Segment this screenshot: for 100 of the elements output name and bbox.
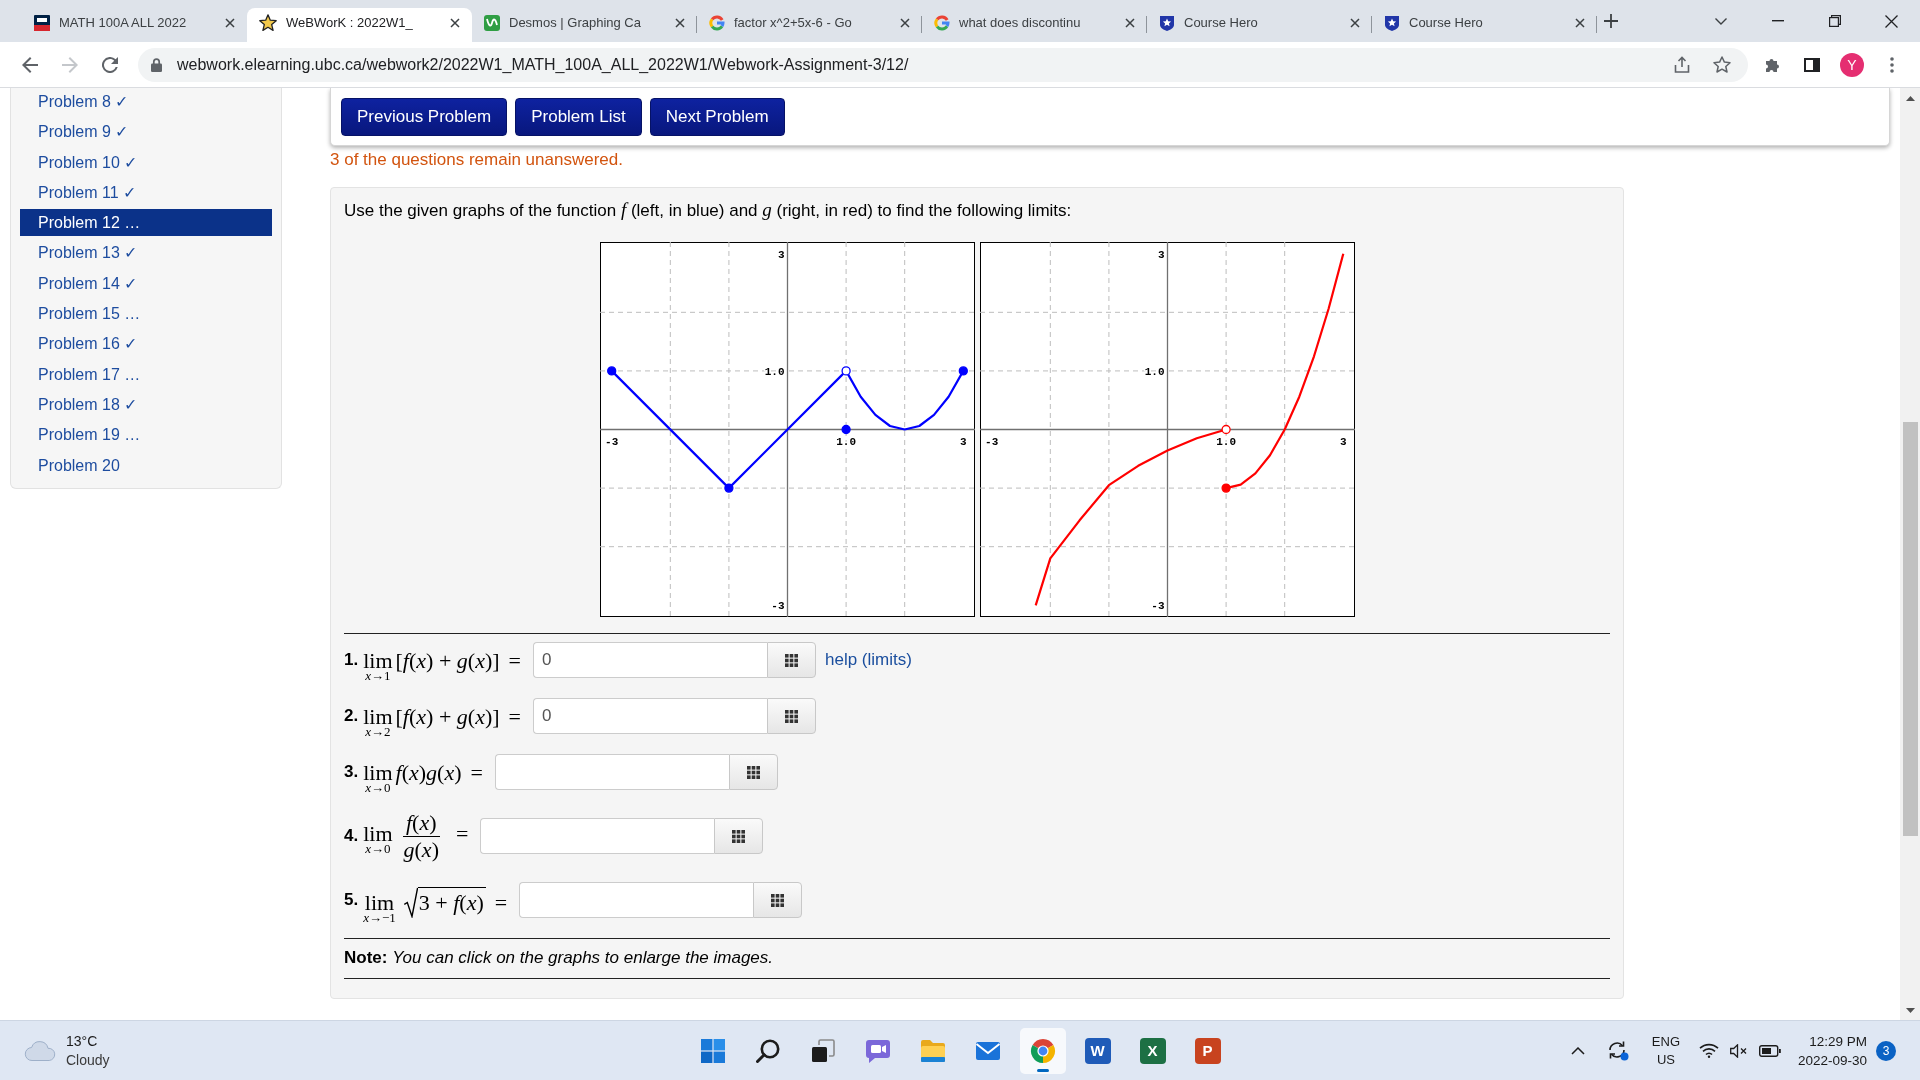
sidebar-item[interactable]: Problem 14 ✓ <box>20 269 272 297</box>
keypad-button[interactable] <box>767 698 816 734</box>
sidebar-item[interactable]: Problem 10 ✓ <box>20 148 272 176</box>
radical-sign-icon <box>403 886 418 918</box>
sidebar-item[interactable]: Problem 18 ✓ <box>20 390 272 418</box>
logo-tile-icon <box>34 14 50 31</box>
keypad-button[interactable] <box>714 818 764 854</box>
search-icon <box>755 1038 780 1063</box>
filled-point <box>606 366 616 376</box>
filled-point <box>1220 483 1231 493</box>
app-tile-button[interactable]: X <box>1139 1037 1166 1064</box>
language-label[interactable]: ENG <box>1651 1032 1680 1051</box>
clock-date[interactable]: 2022-09-30 <box>1797 1050 1867 1070</box>
sidebar-item[interactable]: Problem 9 ✓ <box>20 118 272 146</box>
address-bar[interactable]: webwork.elearning.ubc.ca/webwork2/2022W1_MATH_100A_ALL_2022W1/Webwork-Assignment-3/12/ <box>138 47 1748 82</box>
browser-tab[interactable]: Course Hero <box>1372 8 1597 42</box>
answer-field[interactable] <box>494 754 729 790</box>
keypad-button[interactable] <box>728 754 778 790</box>
browser-tab[interactable]: what does discontinu <box>922 8 1147 42</box>
browser-tab[interactable]: WeBWorK : 2022W1_ <box>247 8 472 42</box>
close-icon[interactable] <box>675 17 685 28</box>
notification-badge[interactable]: 3 <box>1876 1040 1896 1061</box>
close-icon[interactable] <box>450 17 460 28</box>
question-number: 5. <box>344 890 359 910</box>
sync-icon[interactable] <box>1606 1040 1629 1061</box>
browser-tab[interactable]: MATH 100A ALL 2022 <box>22 8 247 42</box>
puzzle-icon[interactable] <box>1764 56 1780 73</box>
keypad-button[interactable] <box>767 642 816 678</box>
back-arrow-icon[interactable] <box>22 56 38 73</box>
muted-speaker-icon[interactable] <box>1729 1043 1748 1058</box>
browser-tab[interactable]: Desmos | Graphing Ca <box>472 8 697 42</box>
close-icon[interactable] <box>1125 17 1135 28</box>
grid-icon <box>771 893 785 907</box>
share-icon[interactable] <box>1674 56 1690 73</box>
close-icon[interactable] <box>1575 17 1585 28</box>
chevron-down-icon[interactable] <box>1714 17 1727 25</box>
nav-button[interactable]: Problem List <box>515 98 642 136</box>
nav-button[interactable]: Next Problem <box>649 98 785 136</box>
answer-field[interactable] <box>480 818 715 854</box>
answer-field[interactable]: 0 <box>533 642 767 678</box>
browser-tab[interactable]: factor x^2+5x-6 - Go <box>697 8 922 42</box>
region-label[interactable]: US <box>1656 1050 1675 1069</box>
battery-icon[interactable] <box>1758 1044 1781 1057</box>
help-link[interactable]: help (limits) <box>825 650 912 670</box>
nav-button[interactable]: Previous Problem <box>341 98 508 136</box>
close-icon[interactable] <box>1885 14 1898 28</box>
answer-field[interactable] <box>519 882 754 918</box>
wifi-icon[interactable] <box>1698 1043 1719 1058</box>
open-point <box>1220 424 1231 435</box>
tick-label: -3 <box>984 435 998 448</box>
restore-icon[interactable] <box>1828 15 1841 27</box>
sidebar-item[interactable]: Problem 8 ✓ <box>20 88 272 115</box>
chevron-up-icon[interactable] <box>1570 1046 1585 1055</box>
tick-label: 1.0 <box>1144 365 1164 378</box>
sidebar-item[interactable]: Problem 17 … <box>20 360 272 388</box>
sidebar-item[interactable]: Problem 12 … <box>20 209 272 237</box>
down-arrow-icon[interactable] <box>1905 1007 1915 1013</box>
tick-label: 3 <box>777 248 784 261</box>
close-icon[interactable] <box>1350 17 1360 28</box>
close-icon[interactable] <box>225 17 235 28</box>
g-logo-icon <box>709 14 725 31</box>
browser-tab[interactable]: Course Hero <box>1147 8 1372 42</box>
g-logo-icon <box>934 14 950 31</box>
equals-sign: = <box>508 703 521 729</box>
three-dots-icon[interactable] <box>1890 56 1894 73</box>
sidebar-item[interactable]: Problem 16 ✓ <box>20 330 272 358</box>
sidebar-item[interactable]: Problem 13 ✓ <box>20 239 272 267</box>
sidebar-item[interactable]: Problem 20 <box>20 451 272 479</box>
math-expression: [f(x) + g(x)] <box>395 647 500 673</box>
sidebar-item[interactable]: Problem 15 … <box>20 300 272 328</box>
open-point <box>840 366 851 376</box>
problem-statement: Use the given graphs of the function f (left, in blue) and g (right, in red) to find the following limits: <box>344 200 1073 221</box>
ring-logo-icon <box>1029 1037 1056 1064</box>
app-tile-button[interactable]: P <box>1194 1037 1221 1064</box>
math-expression: [f(x) + g(x)] <box>395 703 500 729</box>
function-graph[interactable]: -3 1.0 3 -3 1.0 3 <box>979 242 1355 617</box>
sidebar-item[interactable]: Problem 11 ✓ <box>20 178 272 206</box>
limit-operator: lim x→0 <box>363 760 393 794</box>
keypad-button[interactable] <box>753 882 803 918</box>
reload-icon[interactable] <box>102 56 118 73</box>
function-graph[interactable]: -3 1.0 3 -3 1.0 3 <box>599 242 975 617</box>
filled-point <box>958 366 968 376</box>
profile-avatar[interactable]: Y <box>1840 52 1864 77</box>
scrollbar-thumb[interactable] <box>1902 422 1918 836</box>
answer-field[interactable]: 0 <box>533 698 767 734</box>
app-tile-button[interactable]: W <box>1084 1037 1111 1064</box>
clock-time[interactable]: 12:29 PM <box>1809 1031 1867 1051</box>
tick-label: -3 <box>604 435 618 448</box>
minimize-icon[interactable] <box>1771 20 1784 22</box>
filled-point <box>840 424 851 435</box>
sidebar-item[interactable]: Problem 19 … <box>20 421 272 449</box>
side-panel-icon[interactable] <box>1804 57 1820 72</box>
star-outline-icon[interactable] <box>1713 56 1731 73</box>
plus-icon[interactable] <box>1604 14 1618 28</box>
question-number: 3. <box>344 762 359 782</box>
limit-operator: lim x→2 <box>363 704 393 738</box>
close-icon[interactable] <box>900 17 910 28</box>
filled-point <box>723 483 734 493</box>
up-arrow-icon[interactable] <box>1905 95 1915 101</box>
weather-condition: Cloudy <box>66 1050 110 1070</box>
